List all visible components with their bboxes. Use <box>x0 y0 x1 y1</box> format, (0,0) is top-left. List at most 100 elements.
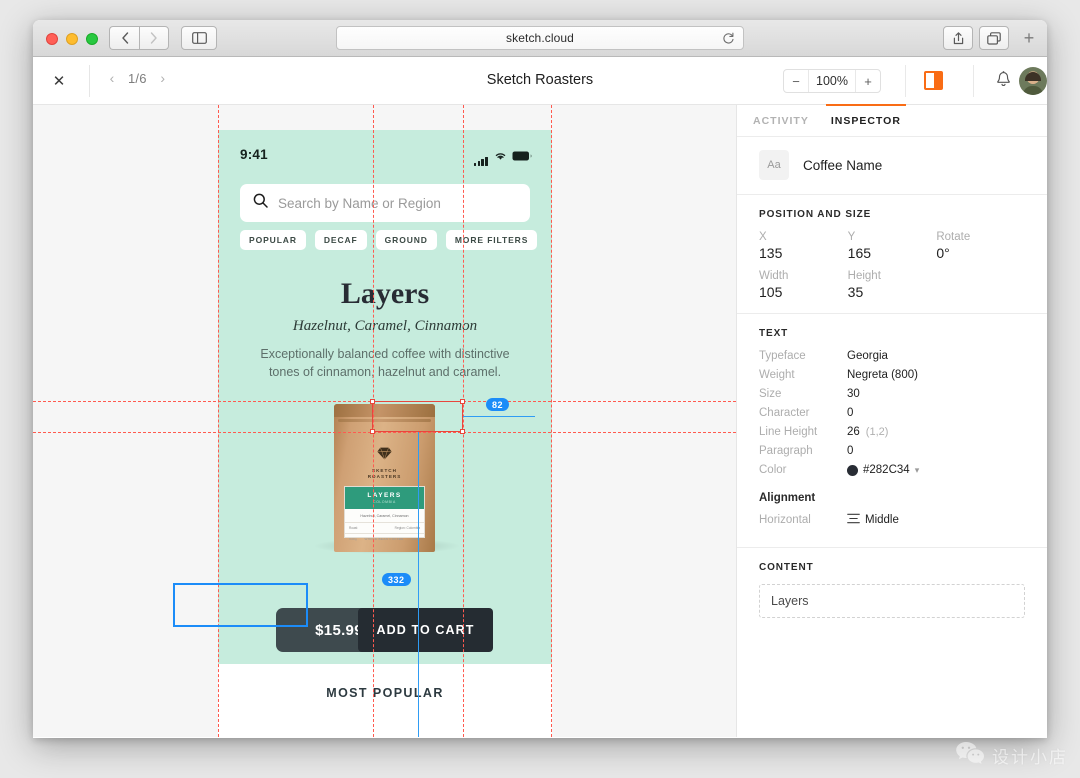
field-width-value: 105 <box>759 284 783 300</box>
page-title: Sketch Roasters <box>486 72 594 88</box>
field-rotate[interactable]: Rotate 0° <box>936 231 1025 261</box>
bag-brand-line1: SKETCH <box>372 468 397 473</box>
row-paragraph: Paragraph 0 <box>759 445 1025 457</box>
search-input[interactable]: Search by Name or Region <box>240 184 530 222</box>
row-line-height-value: 26 <box>847 426 860 438</box>
cellular-signal-icon <box>473 157 489 166</box>
battery-full-icon <box>512 148 532 166</box>
text-section: TEXT Typeface Georgia Weight Negreta (80… <box>737 313 1047 547</box>
filter-chip-decaf[interactable]: DECAF <box>314 230 367 250</box>
watermark-text: 设计小店 <box>992 747 1068 767</box>
chevron-down-icon[interactable]: ▾ <box>915 465 920 476</box>
bag-label-notes: Hazelnut, Caramel, Cinnamon <box>345 509 424 523</box>
row-size-label: Size <box>759 388 782 400</box>
status-bar-time: 9:41 <box>240 147 268 162</box>
filter-chip-ground[interactable]: GROUND <box>375 230 437 250</box>
selection-bounding-box[interactable] <box>370 399 465 434</box>
vertical-guide-mid2 <box>463 105 464 737</box>
row-weight-value: Negreta (800) <box>847 369 918 381</box>
section-title-content: CONTENT <box>759 562 814 573</box>
row-character-value: 0 <box>847 407 854 419</box>
maximize-window-button[interactable] <box>86 33 98 45</box>
zoom-out-button[interactable]: − <box>784 70 808 92</box>
tab-overview-button[interactable] <box>979 26 1009 50</box>
url-bar[interactable]: sketch.cloud <box>336 26 744 50</box>
sidebar-toggle-button[interactable] <box>181 26 217 50</box>
product-subtitle: Hazelnut, Caramel, Cinnamon <box>292 318 478 334</box>
row-character: Character 0 <box>759 407 1025 419</box>
field-height[interactable]: Height 35 <box>848 270 937 300</box>
bag-label-foot-left: 340g <box>349 536 358 541</box>
row-horizontal-value: Middle <box>865 514 899 526</box>
tab-activity[interactable]: ACTIVITY <box>753 105 809 137</box>
bag-label-right: Region: Colombia <box>394 526 420 530</box>
url-text: sketch.cloud <box>506 31 574 45</box>
diamond-logo-icon <box>334 446 435 466</box>
resize-handle-tl[interactable] <box>370 399 375 404</box>
product-title[interactable]: Layers <box>218 276 552 311</box>
row-line-height-label: Line Height <box>759 426 818 438</box>
zoom-in-button[interactable]: + <box>856 70 880 92</box>
add-to-cart-button[interactable]: ADD TO CART <box>358 608 493 652</box>
artboard[interactable]: 9:41 Search by Name or Region POPULAR DE… <box>218 130 552 737</box>
field-width[interactable]: Width 105 <box>759 270 848 300</box>
bag-brand-text: SKETCH ROASTERS <box>334 468 435 480</box>
position-size-grid: X 135 Y 165 Rotate 0° Width 105 Height 3… <box>759 231 1025 300</box>
header-divider <box>973 65 974 97</box>
tab-inspector[interactable]: INSPECTOR <box>825 103 907 137</box>
section-title-alignment: Alignment <box>759 492 816 504</box>
row-typeface-label: Typeface <box>759 350 806 362</box>
row-horizontal-value-group[interactable]: Middle <box>847 513 899 527</box>
row-line-height: Line Height 26 (1,2) <box>759 426 1025 438</box>
field-y-label: Y <box>847 231 856 243</box>
resize-handle-br[interactable] <box>460 429 465 434</box>
bag-label-header: LAYERS COLOMBIA <box>345 487 424 509</box>
resize-handle-bl[interactable] <box>370 429 375 434</box>
field-x[interactable]: X 135 <box>759 231 848 261</box>
browser-window: sketch.cloud + ✕ ‹ 1/6 › Sketch Roasters… <box>33 20 1047 738</box>
close-window-button[interactable] <box>46 33 58 45</box>
new-tab-button[interactable]: + <box>1017 26 1041 50</box>
product-description: Exceptionally balanced coffee with disti… <box>260 347 510 379</box>
row-color-value-group[interactable]: #282C34 ▾ <box>847 464 919 476</box>
field-y[interactable]: Y 165 <box>848 231 937 261</box>
position-and-size-section: POSITION AND SIZE X 135 Y 165 Rotate 0° <box>737 194 1047 313</box>
vertical-guide-right <box>551 105 552 737</box>
row-typeface-value: Georgia <box>847 350 888 362</box>
bag-label: LAYERS COLOMBIA Hazelnut, Caramel, Cinna… <box>344 486 425 541</box>
width-measure-badge: 82 <box>486 398 510 411</box>
design-canvas[interactable]: 9:41 Search by Name or Region POPULAR DE… <box>33 105 736 737</box>
vertical-measure-line <box>418 432 419 737</box>
browser-toolbar: sketch.cloud + <box>33 20 1047 57</box>
filter-chip-popular[interactable]: POPULAR <box>240 230 306 250</box>
browser-forward-button[interactable] <box>139 26 169 50</box>
browser-back-button[interactable] <box>109 26 139 50</box>
search-icon <box>253 193 268 213</box>
row-horizontal-label: Horizontal <box>759 514 811 526</box>
section-title-position-size: POSITION AND SIZE <box>759 209 872 220</box>
app-header: ✕ ‹ 1/6 › Sketch Roasters − 100% + <box>33 57 1047 105</box>
inspector-panel-icon[interactable] <box>924 71 943 90</box>
section-title-text: TEXT <box>759 328 789 339</box>
minimize-window-button[interactable] <box>66 33 78 45</box>
watermark: 设计小店 <box>955 740 1068 770</box>
avatar[interactable] <box>1019 67 1047 95</box>
status-bar-icons <box>473 148 532 166</box>
zoom-control: − 100% + <box>783 69 881 93</box>
share-button[interactable] <box>943 26 973 50</box>
bag-label-foot-center: WHOLE BEAN COFFEE <box>364 536 404 541</box>
filter-chip-more-filters[interactable]: MORE FILTERS <box>445 230 538 250</box>
field-empty <box>936 270 1025 300</box>
notifications-bell-icon[interactable] <box>996 71 1011 93</box>
row-color[interactable]: Color #282C34 ▾ <box>759 464 1025 476</box>
content-value-box[interactable]: Layers <box>759 584 1025 618</box>
row-size-value: 30 <box>847 388 860 400</box>
bag-label-row: Roast Region: Colombia <box>345 523 424 534</box>
width-measure-line <box>463 416 535 417</box>
field-height-value: 35 <box>847 284 864 300</box>
row-horizontal-alignment[interactable]: Horizontal Middle <box>759 513 1025 527</box>
resize-handle-tr[interactable] <box>460 399 465 404</box>
horizontal-guide-bottom <box>33 432 736 433</box>
selected-layer-row[interactable]: Aa Coffee Name <box>737 137 1047 194</box>
reload-icon[interactable] <box>722 32 735 50</box>
